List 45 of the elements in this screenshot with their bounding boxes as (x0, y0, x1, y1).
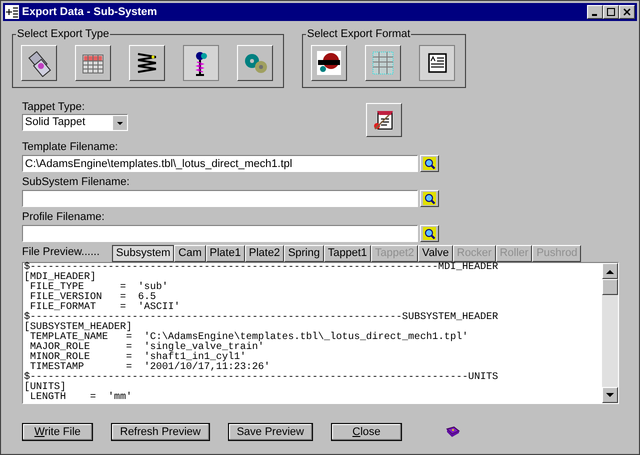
filename-field[interactable] (22, 225, 418, 242)
search-icon (423, 157, 436, 170)
preview-tab[interactable]: Tappet1 (324, 245, 372, 262)
action-button[interactable]: Write File (22, 423, 93, 441)
field-label: Template Filename: (22, 140, 119, 154)
close-button[interactable] (619, 5, 635, 19)
preview-tab[interactable]: Spring (284, 245, 324, 262)
window-title: Export Data - Sub-System (22, 4, 158, 20)
scroll-thumb[interactable] (602, 279, 618, 295)
filename-field[interactable] (22, 190, 418, 207)
field-label: Profile Filename: (22, 210, 106, 224)
browse-button[interactable] (420, 225, 439, 242)
action-button[interactable]: Refresh Preview (111, 423, 210, 441)
preview-tab[interactable]: Plate1 (206, 245, 245, 262)
export-option-button[interactable] (183, 45, 219, 81)
file-preview-label: File Preview...... (22, 245, 101, 259)
action-button[interactable]: Close (330, 423, 402, 441)
filename-field[interactable]: C:\AdamsEngine\templates.tbl\_lotus_direct_mech1.tpl (22, 155, 418, 172)
export-option-button[interactable] (419, 45, 455, 81)
tappet-type-label: Tappet Type: (22, 100, 86, 114)
preview-tab[interactable]: Plate2 (244, 245, 284, 262)
preview-text: $--------------------------------------------------------------------MDI_HEADER [MDI_HEADER] FILE_TYPE = 'sub' FILE_VERSION = 6.5 FILE_FORMAT = 'ASCII' $--------------------------------------------------------------SUBSYSTEM_HEADER [SUBSYSTEM_HEADER] TEMPLATE_NAME = 'C:\AdamsEngine\templates.tbl\_lotus_direct_mech1.tpl' MAJOR_ROLE = 'single_valve_train' MINOR_ROLE = 'shaft1_in1_cyl1' TIMESTAMP = '2001/10/17,11:23:26' $-------------------------------------------------------------------------UNITS [UNITS] LENGTH = 'mm' (23, 263, 500, 403)
preview-tab[interactable]: Subsystem (112, 245, 174, 262)
tappet-type-dropdown[interactable]: Solid Tappet (22, 114, 128, 131)
search-icon (423, 227, 436, 240)
group-label: Select Export Type (16, 27, 110, 41)
preview-tab[interactable]: Cam (174, 245, 206, 262)
browse-button[interactable] (420, 190, 439, 207)
minimize-button[interactable] (587, 5, 603, 19)
book-icon (446, 426, 460, 438)
logo-icon (315, 49, 343, 77)
app-icon (5, 5, 19, 19)
close-icon (623, 8, 631, 16)
scroll-down-icon (606, 392, 614, 398)
group-label: Select Export Format (306, 27, 412, 41)
search-icon (423, 192, 436, 205)
maximize-icon (607, 8, 615, 16)
edit-button[interactable] (366, 103, 402, 137)
preview-tab[interactable]: Valve (418, 245, 453, 262)
scrollbar[interactable] (602, 263, 618, 403)
browse-button[interactable] (420, 155, 439, 172)
field-label: SubSystem Filename: (22, 175, 131, 189)
maximize-button[interactable] (603, 5, 619, 19)
action-button[interactable]: Save Preview (228, 423, 313, 441)
scroll-up-icon (606, 268, 614, 274)
